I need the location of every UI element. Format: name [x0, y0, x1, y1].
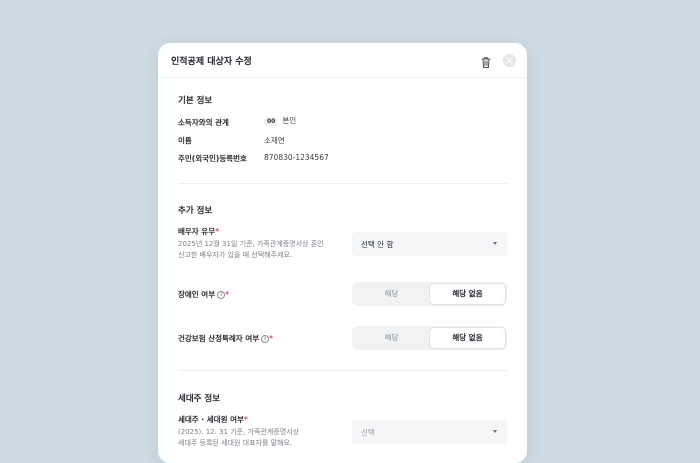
section-title-household: 세대주 정보 [178, 394, 221, 404]
modal-header: 인적공제 대상자 수정 [158, 43, 527, 78]
spouse-label-text: 배우자 유무 [178, 227, 216, 236]
edit-dependent-modal: 인적공제 대상자 수정 기본 정보 소득자와의 관계 00 본인 이름 소재연 주… [158, 43, 527, 463]
relation-code-badge: 00 [264, 117, 279, 126]
health-option-no[interactable]: 해당 없음 [430, 328, 505, 348]
spouse-help-line2: 신고한 배우자가 있을 때 선택해주세요. [178, 251, 293, 259]
spouse-label: 배우자 유무* [178, 226, 219, 237]
disabled-label-text: 장애인 여부 [178, 290, 216, 299]
info-icon[interactable]: i [261, 335, 270, 343]
spouse-help-line1: 2025년 12월 31일 기준, 가족관계증명서상 혼인 [178, 240, 324, 248]
health-insurance-label: 건강보험 산정특례자 여부 i * [178, 333, 273, 344]
modal-title: 인적공제 대상자 수정 [171, 57, 252, 67]
disabled-option-no[interactable]: 해당 없음 [430, 284, 505, 304]
relation-value: 본인 [282, 116, 297, 125]
disabled-label: 장애인 여부 i * [178, 289, 229, 300]
name-value: 소재연 [264, 136, 285, 145]
name-label: 이름 [178, 136, 192, 145]
relation-value-wrap: 00 본인 [264, 115, 296, 126]
spouse-select[interactable]: 선택 안 함 [352, 232, 507, 256]
trash-icon[interactable] [480, 54, 492, 68]
required-mark: * [215, 227, 220, 236]
household-help-text: (2025). 12. 31 기준, 가족관계증명서상 세대주 등록된 세대원 … [178, 427, 338, 449]
relation-label: 소득자와의 관계 [178, 118, 229, 127]
section-title-additional: 추가 정보 [178, 206, 213, 216]
disabled-toggle: 해당 해당 없음 [352, 282, 507, 306]
household-help-line1: (2025). 12. 31 기준, 가족관계증명서상 [178, 428, 300, 436]
household-head-select[interactable]: 선택 [352, 420, 507, 444]
chevron-down-icon [493, 242, 497, 245]
required-mark: * [225, 290, 230, 299]
spouse-select-value: 선택 안 함 [361, 240, 394, 249]
required-mark: * [269, 334, 274, 343]
info-icon[interactable]: i [217, 291, 226, 299]
divider [178, 370, 507, 371]
disabled-option-yes[interactable]: 해당 [354, 284, 429, 304]
household-head-label-text: 세대주 · 세대원 여부 [178, 415, 244, 424]
section-title-basic: 기본 정보 [178, 96, 213, 106]
id-number-label: 주민(외국인)등록번호 [178, 154, 247, 163]
health-insurance-label-text: 건강보험 산정특례자 여부 [178, 334, 260, 343]
divider [178, 183, 507, 184]
health-option-yes[interactable]: 해당 [354, 328, 429, 348]
household-head-label: 세대주 · 세대원 여부* [178, 414, 248, 425]
health-insurance-toggle: 해당 해당 없음 [352, 326, 507, 350]
required-mark: * [243, 415, 248, 424]
household-head-select-placeholder: 선택 [361, 428, 375, 437]
chevron-down-icon [493, 430, 497, 433]
id-number-value: 870830-1234567 [264, 153, 329, 162]
spouse-help-text: 2025년 12월 31일 기준, 가족관계증명서상 혼인 신고한 배우자가 있… [178, 239, 338, 261]
close-icon[interactable] [503, 54, 516, 67]
